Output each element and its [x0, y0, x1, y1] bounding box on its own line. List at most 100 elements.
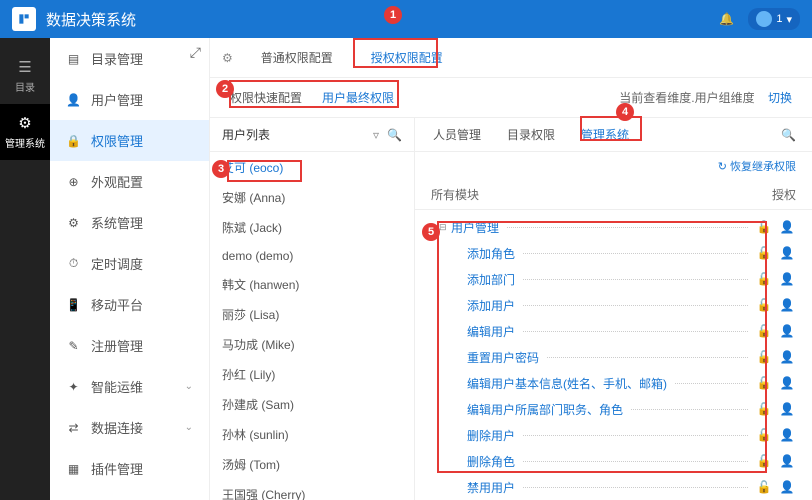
app-header: 数据决策系统 🔔 1 ▾: [0, 0, 812, 38]
dimension-text: 当前查看维度.用户组维度: [619, 91, 754, 105]
tree-row[interactable]: 添加用户🔓👤: [415, 292, 812, 318]
tree-row[interactable]: 编辑用户所属部门职务、角色🔓👤: [415, 396, 812, 422]
lock-icon[interactable]: 🔓: [756, 298, 772, 312]
tree-row[interactable]: 编辑用户基本信息(姓名、手机、邮箱)🔓👤: [415, 370, 812, 396]
perm-tab-dir[interactable]: 目录权限: [505, 126, 557, 143]
role-icon[interactable]: 👤: [778, 402, 796, 416]
nav-item-6[interactable]: 📱移动平台: [50, 284, 209, 325]
lock-icon[interactable]: 🔓: [756, 246, 772, 260]
mini-item-system[interactable]: ⚙ 管理系统: [0, 104, 50, 160]
avatar: [756, 11, 772, 27]
col-auth: 授权: [736, 186, 796, 203]
nav-item-11[interactable]: 🛡安全管理: [50, 489, 209, 500]
tree-row[interactable]: 禁用用户🔓👤: [415, 474, 812, 500]
lock-icon[interactable]: 🔓: [756, 402, 772, 416]
user-count: 1: [776, 13, 782, 25]
gear-icon[interactable]: ⚙: [222, 51, 233, 65]
tree-row[interactable]: ⊟用户管理🔓👤: [415, 214, 812, 240]
tree-row[interactable]: 添加部门🔓👤: [415, 266, 812, 292]
nav-item-2[interactable]: 🔒权限管理: [50, 120, 209, 161]
nav-item-0[interactable]: ▤目录管理: [50, 38, 209, 79]
user-item[interactable]: demo (demo): [210, 242, 414, 269]
user-item[interactable]: 安娜 (Anna): [210, 182, 414, 212]
role-icon[interactable]: 👤: [778, 480, 796, 494]
col-modules: 所有模块: [431, 186, 736, 203]
nav-icon: ▦: [66, 462, 81, 476]
user-item[interactable]: 马功成 (Mike): [210, 329, 414, 359]
role-icon[interactable]: 👤: [778, 376, 796, 390]
nav-item-5[interactable]: ⏱定时调度: [50, 243, 209, 284]
tree-row[interactable]: 删除角色🔓👤: [415, 448, 812, 474]
top-tabs: ⚙ 普通权限配置 授权权限配置: [210, 38, 812, 78]
list-icon: ☰: [0, 58, 50, 76]
nav-item-10[interactable]: ▦插件管理: [50, 448, 209, 489]
bell-icon[interactable]: 🔔: [719, 12, 734, 26]
lock-icon[interactable]: 🔓: [756, 454, 772, 468]
user-menu[interactable]: 1 ▾: [748, 8, 800, 30]
user-item[interactable]: 丽莎 (Lisa): [210, 299, 414, 329]
lock-icon[interactable]: 🔓: [756, 350, 772, 364]
subtab-quick[interactable]: 权限快速配置: [230, 89, 302, 106]
app-title: 数据决策系统: [46, 9, 719, 30]
search-icon[interactable]: 🔍: [781, 128, 796, 142]
filter-icon[interactable]: ▿: [373, 128, 379, 142]
chevron-down-icon: ⌄: [185, 422, 193, 433]
lock-icon[interactable]: 🔓: [756, 220, 772, 234]
user-item[interactable]: 王国强 (Cherry): [210, 479, 414, 500]
perm-tab-people[interactable]: 人员管理: [431, 126, 483, 143]
nav-icon: ⚙: [66, 216, 81, 230]
gear-icon: ⚙: [0, 114, 50, 132]
role-icon[interactable]: 👤: [778, 428, 796, 442]
nav-item-8[interactable]: ✦智能运维⌄: [50, 366, 209, 407]
lock-icon[interactable]: 🔓: [756, 324, 772, 338]
sidebar-nav: ⤢ ▤目录管理👤用户管理🔒权限管理⊕外观配置⚙系统管理⏱定时调度📱移动平台✎注册…: [50, 38, 210, 500]
sidebar-mini: ☰ 目录 ⚙ 管理系统: [0, 38, 50, 500]
user-item[interactable]: 艾可 (eoco): [210, 152, 414, 182]
lock-icon[interactable]: 🔓: [756, 272, 772, 286]
role-icon[interactable]: 👤: [778, 246, 796, 260]
nav-icon: 📱: [66, 298, 81, 312]
nav-item-9[interactable]: ⇄数据连接⌄: [50, 407, 209, 448]
chevron-down-icon: ⌄: [185, 381, 193, 392]
user-list-panel: 用户列表 ▿ 🔍 艾可 (eoco)安娜 (Anna)陈斌 (Jack)demo…: [210, 118, 415, 500]
permission-panel: 人员管理 目录权限 管理系统 🔍 ↻ 恢复继承权限 所有模块 授权 ⊟用户管理🔓…: [415, 118, 812, 500]
nav-item-1[interactable]: 👤用户管理: [50, 79, 209, 120]
role-icon[interactable]: 👤: [778, 272, 796, 286]
role-icon[interactable]: 👤: [778, 220, 796, 234]
user-item[interactable]: 韩文 (hanwen): [210, 269, 414, 299]
lock-icon[interactable]: 🔓: [756, 480, 772, 494]
tree-row[interactable]: 删除用户🔓👤: [415, 422, 812, 448]
switch-link[interactable]: 切换: [768, 91, 792, 105]
search-icon[interactable]: 🔍: [387, 128, 402, 142]
lock-icon[interactable]: 🔓: [756, 428, 772, 442]
nav-icon: ⊕: [66, 175, 81, 189]
mini-item-directory[interactable]: ☰ 目录: [0, 48, 50, 104]
user-item[interactable]: 孙建成 (Sam): [210, 389, 414, 419]
nav-item-7[interactable]: ✎注册管理: [50, 325, 209, 366]
nav-item-4[interactable]: ⚙系统管理: [50, 202, 209, 243]
nav-icon: ⇄: [66, 421, 81, 435]
restore-inherit-link[interactable]: ↻ 恢复继承权限: [415, 152, 812, 180]
tab-auth-perm[interactable]: 授权权限配置: [361, 38, 453, 77]
user-item[interactable]: 孙红 (Lily): [210, 359, 414, 389]
collapse-icon[interactable]: ⊟: [439, 222, 451, 233]
lock-icon[interactable]: 🔓: [756, 376, 772, 390]
tree-row[interactable]: 添加角色🔓👤: [415, 240, 812, 266]
nav-item-3[interactable]: ⊕外观配置: [50, 161, 209, 202]
role-icon[interactable]: 👤: [778, 350, 796, 364]
nav-icon: ▤: [66, 52, 81, 66]
user-item[interactable]: 陈斌 (Jack): [210, 212, 414, 242]
perm-tab-system[interactable]: 管理系统: [579, 126, 631, 143]
role-icon[interactable]: 👤: [778, 324, 796, 338]
user-item[interactable]: 汤姆 (Tom): [210, 449, 414, 479]
user-item[interactable]: 孙林 (sunlin): [210, 419, 414, 449]
user-list-title: 用户列表: [222, 126, 365, 143]
role-icon[interactable]: 👤: [778, 454, 796, 468]
pin-icon[interactable]: ⤢: [190, 44, 201, 61]
role-icon[interactable]: 👤: [778, 298, 796, 312]
tree-row[interactable]: 重置用户密码🔓👤: [415, 344, 812, 370]
subtab-final[interactable]: 用户最终权限: [322, 89, 394, 106]
app-logo: [12, 7, 36, 31]
tree-row[interactable]: 编辑用户🔓👤: [415, 318, 812, 344]
tab-normal-perm[interactable]: 普通权限配置: [251, 38, 343, 77]
